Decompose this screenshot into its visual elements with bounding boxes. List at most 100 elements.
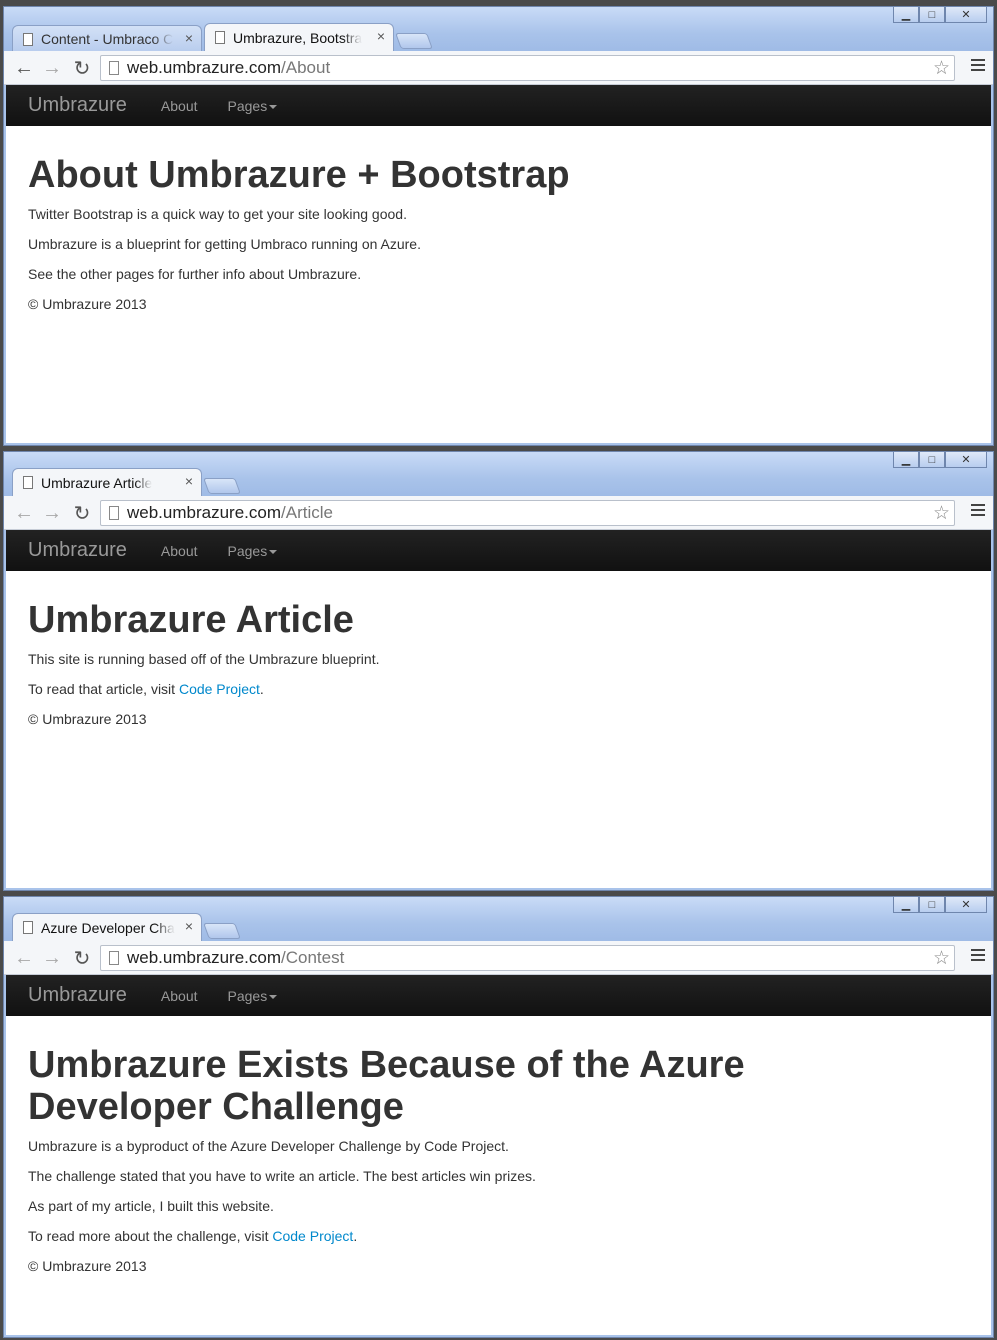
paragraph-text: To read that article, visit [28,681,179,697]
tab-label: Content - Umbraco C [41,30,174,47]
bookmark-star-icon[interactable]: ☆ [933,57,950,80]
nav-pages-dropdown[interactable]: Pages [228,98,278,114]
menu-icon[interactable] [971,59,985,75]
caret-down-icon [269,994,278,999]
maximize-icon[interactable]: □ [919,7,945,23]
page-icon [23,921,33,934]
nav-about-link[interactable]: About [161,988,198,1004]
page-icon [109,506,119,520]
title-bar: ▁ □ ✕ Azure Developer Cha × [4,897,993,941]
tab-strip: Azure Developer Cha × [12,913,241,941]
minimize-icon[interactable]: ▁ [893,897,919,913]
code-project-link[interactable]: Code Project [179,681,260,697]
paragraph: This site is running based off of the Um… [28,651,380,667]
paragraph: Umbrazure is a byproduct of the Azure De… [28,1138,509,1154]
nav-about-link[interactable]: About [161,543,198,559]
footer-copyright: © Umbrazure 2013 [28,296,147,312]
brand-link[interactable]: Umbrazure [28,539,127,562]
forward-icon[interactable]: → [40,56,64,80]
page-viewport: Umbrazure About Pages About Umbrazure + … [6,85,991,443]
minimize-icon[interactable]: ▁ [893,452,919,468]
page-title: Umbrazure Article [28,599,354,641]
reload-icon[interactable]: ↻ [70,56,94,80]
tab-umbraco-content[interactable]: Content - Umbraco C × [12,25,202,51]
reload-icon[interactable]: ↻ [70,946,94,970]
paragraph-text: . [353,1228,358,1244]
minimize-icon[interactable]: ▁ [893,7,919,23]
page-icon [109,61,119,75]
tab-strip: Content - Umbraco C × Umbrazure, Bootstr… [12,23,433,51]
nav-pages-dropdown[interactable]: Pages [228,988,278,1004]
url-path: /About [281,58,331,77]
url-host: web.umbrazure.com [127,503,282,522]
brand-link[interactable]: Umbrazure [28,984,127,1007]
paragraph: Umbrazure is a blueprint for getting Umb… [28,236,421,252]
address-bar[interactable]: web.umbrazure.com/About ☆ [100,55,955,81]
tab-umbrazure-bootstrap[interactable]: Umbrazure, Bootstra × [204,23,394,51]
title-bar: ▁ □ ✕ Umbrazure Article × [4,452,993,496]
window-controls: ▁ □ ✕ [893,452,987,470]
brand-link[interactable]: Umbrazure [28,94,127,117]
paragraph: To read that article, visit Code Project… [28,679,969,699]
nav-pages-label: Pages [227,987,268,1004]
caret-down-icon [269,104,278,109]
bookmark-star-icon[interactable]: ☆ [933,947,950,970]
url-host: web.umbrazure.com [127,948,282,967]
site-navbar: Umbrazure About Pages [6,530,991,571]
page-viewport: Umbrazure About Pages Umbrazure Article … [6,530,991,888]
tab-azure-developer-challenge[interactable]: Azure Developer Cha × [12,913,202,941]
close-window-icon[interactable]: ✕ [945,452,987,468]
url-host: web.umbrazure.com [127,58,282,77]
nav-pages-label: Pages [227,542,268,559]
address-bar[interactable]: web.umbrazure.com/Contest ☆ [100,945,955,971]
code-project-link[interactable]: Code Project [272,1228,353,1244]
page-content: Umbrazure Article This site is running b… [6,571,991,729]
url-path: /Article [281,503,333,522]
close-icon[interactable]: × [185,473,193,489]
browser-window-article: ▁ □ ✕ Umbrazure Article × ← → ↻ web.umbr… [3,451,994,891]
menu-icon[interactable] [971,949,985,965]
close-icon[interactable]: × [185,918,193,934]
page-icon [23,476,33,489]
browser-toolbar: ← → ↻ web.umbrazure.com/Article ☆ [4,496,993,530]
new-tab-button[interactable] [395,33,433,49]
window-controls: ▁ □ ✕ [893,897,987,915]
nav-about-link[interactable]: About [161,98,198,114]
back-icon[interactable]: ← [12,946,36,970]
page-content: Umbrazure Exists Because of the Azure De… [6,1016,991,1276]
reload-icon[interactable]: ↻ [70,501,94,525]
bookmark-star-icon[interactable]: ☆ [933,502,950,525]
tab-label: Azure Developer Cha [41,919,175,936]
page-icon [215,31,225,44]
back-icon[interactable]: ← [12,56,36,80]
close-window-icon[interactable]: ✕ [945,897,987,913]
tab-umbrazure-article[interactable]: Umbrazure Article × [12,468,202,496]
close-icon[interactable]: × [185,30,193,46]
page-icon [109,951,119,965]
paragraph-text: . [259,681,264,697]
browser-window-about: ▁ □ ✕ Content - Umbraco C × Umbrazure, B… [3,6,994,446]
browser-window-contest: ▁ □ ✕ Azure Developer Cha × ← → ↻ web.um… [3,896,994,1338]
window-controls: ▁ □ ✕ [893,7,987,25]
url-path: /Contest [281,948,345,967]
site-navbar: Umbrazure About Pages [6,85,991,126]
nav-pages-label: Pages [227,97,268,114]
menu-icon[interactable] [971,504,985,520]
forward-icon[interactable]: → [40,501,64,525]
paragraph: Twitter Bootstrap is a quick way to get … [28,206,407,222]
page-title: Umbrazure Exists Because of the Azure De… [28,1044,745,1128]
close-window-icon[interactable]: ✕ [945,7,987,23]
maximize-icon[interactable]: □ [919,897,945,913]
nav-pages-dropdown[interactable]: Pages [228,543,278,559]
close-icon[interactable]: × [377,28,385,44]
maximize-icon[interactable]: □ [919,452,945,468]
footer-copyright: © Umbrazure 2013 [28,1258,147,1274]
address-bar[interactable]: web.umbrazure.com/Article ☆ [100,500,955,526]
browser-toolbar: ← → ↻ web.umbrazure.com/Contest ☆ [4,941,993,975]
caret-down-icon [269,549,278,554]
new-tab-button[interactable] [203,478,241,494]
paragraph-text: To read more about the challenge, visit [28,1228,273,1244]
forward-icon[interactable]: → [40,946,64,970]
new-tab-button[interactable] [203,923,241,939]
back-icon[interactable]: ← [12,501,36,525]
